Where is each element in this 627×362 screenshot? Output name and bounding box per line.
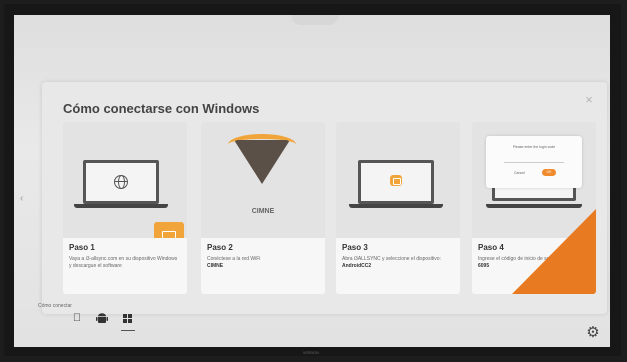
step-1-details: Paso 1 Vaya a i3-allsync.com en su dispo… bbox=[63, 238, 187, 294]
code-input-line bbox=[504, 162, 564, 163]
connection-dialog: Cómo conectarse con Windows × Paso 1 Vay… bbox=[42, 82, 607, 314]
selected-os-indicator bbox=[121, 330, 135, 331]
step-1-illustration bbox=[63, 122, 187, 250]
how-to-connect-label: Cómo conectar bbox=[38, 303, 72, 309]
cast-icon bbox=[390, 175, 402, 186]
step-4-code: 6095 bbox=[478, 262, 490, 269]
login-code-popup: Please enter the login code Cancel OK bbox=[486, 136, 582, 188]
step-2-illustration: CIMNE bbox=[201, 122, 325, 238]
laptop-icon bbox=[358, 160, 434, 204]
step-3-illustration bbox=[336, 122, 460, 238]
step-1-text: Vaya a i3-allsync.com en su dispositivo … bbox=[69, 256, 178, 269]
step-2-text-main: Conéctese a la red WiFi bbox=[207, 256, 261, 262]
gear-icon[interactable]: ⚙ bbox=[586, 325, 600, 340]
laptop-base bbox=[349, 204, 443, 208]
brand-label: VERSION bbox=[303, 351, 319, 355]
step-2-details: Paso 2 Conéctese a la red WiFi CIMNE bbox=[201, 238, 325, 294]
step-3-details: Paso 3 Abra i3ALLSYNC y seleccione el di… bbox=[336, 238, 460, 294]
step-3-text: Abra i3ALLSYNC y seleccione el dispositi… bbox=[342, 256, 454, 269]
left-arrow-icon[interactable]: ‹ bbox=[20, 193, 23, 204]
dialog-title: Cómo conectarse con Windows bbox=[63, 101, 260, 116]
android-icon-graphic bbox=[96, 313, 108, 323]
wifi-icon bbox=[234, 140, 290, 184]
orange-corner-decoration bbox=[512, 208, 596, 294]
step-3-device: AndroidCC2 bbox=[342, 262, 372, 269]
popup-title: Please enter the login code bbox=[512, 145, 556, 149]
network-name: CIMNE bbox=[251, 208, 275, 215]
step-3-text-main: Abra i3ALLSYNC y seleccione el dispositi… bbox=[342, 256, 441, 262]
step-card-4: Please enter the login code Cancel OK Pa… bbox=[472, 122, 596, 294]
step-1-title: Paso 1 bbox=[69, 243, 95, 252]
display-screen: ‹ › Cómo conectarse con Windows × Paso 1… bbox=[14, 15, 610, 347]
top-handle[interactable] bbox=[291, 15, 339, 25]
step-4-title: Paso 4 bbox=[478, 243, 504, 252]
laptop-icon bbox=[83, 160, 159, 204]
step-2-text: Conéctese a la red WiFi CIMNE bbox=[207, 256, 319, 269]
step-card-2: CIMNE Paso 2 Conéctese a la red WiFi CIM… bbox=[201, 122, 325, 294]
step-card-3: Paso 3 Abra i3ALLSYNC y seleccione el di… bbox=[336, 122, 460, 294]
step-2-network: CIMNE bbox=[207, 262, 224, 269]
close-icon[interactable]: × bbox=[583, 93, 595, 106]
step-3-title: Paso 3 bbox=[342, 243, 368, 252]
step-card-1: Paso 1 Vaya a i3-allsync.com en su dispo… bbox=[63, 122, 187, 294]
globe-icon bbox=[114, 175, 128, 189]
windows-icon[interactable] bbox=[123, 314, 133, 324]
popup-cancel: Cancel bbox=[514, 171, 525, 175]
popup-ok: OK bbox=[542, 169, 556, 176]
android-icon[interactable] bbox=[96, 312, 108, 324]
step-2-title: Paso 2 bbox=[207, 243, 233, 252]
laptop-base bbox=[74, 204, 168, 208]
apple-icon[interactable]:  bbox=[71, 312, 83, 324]
